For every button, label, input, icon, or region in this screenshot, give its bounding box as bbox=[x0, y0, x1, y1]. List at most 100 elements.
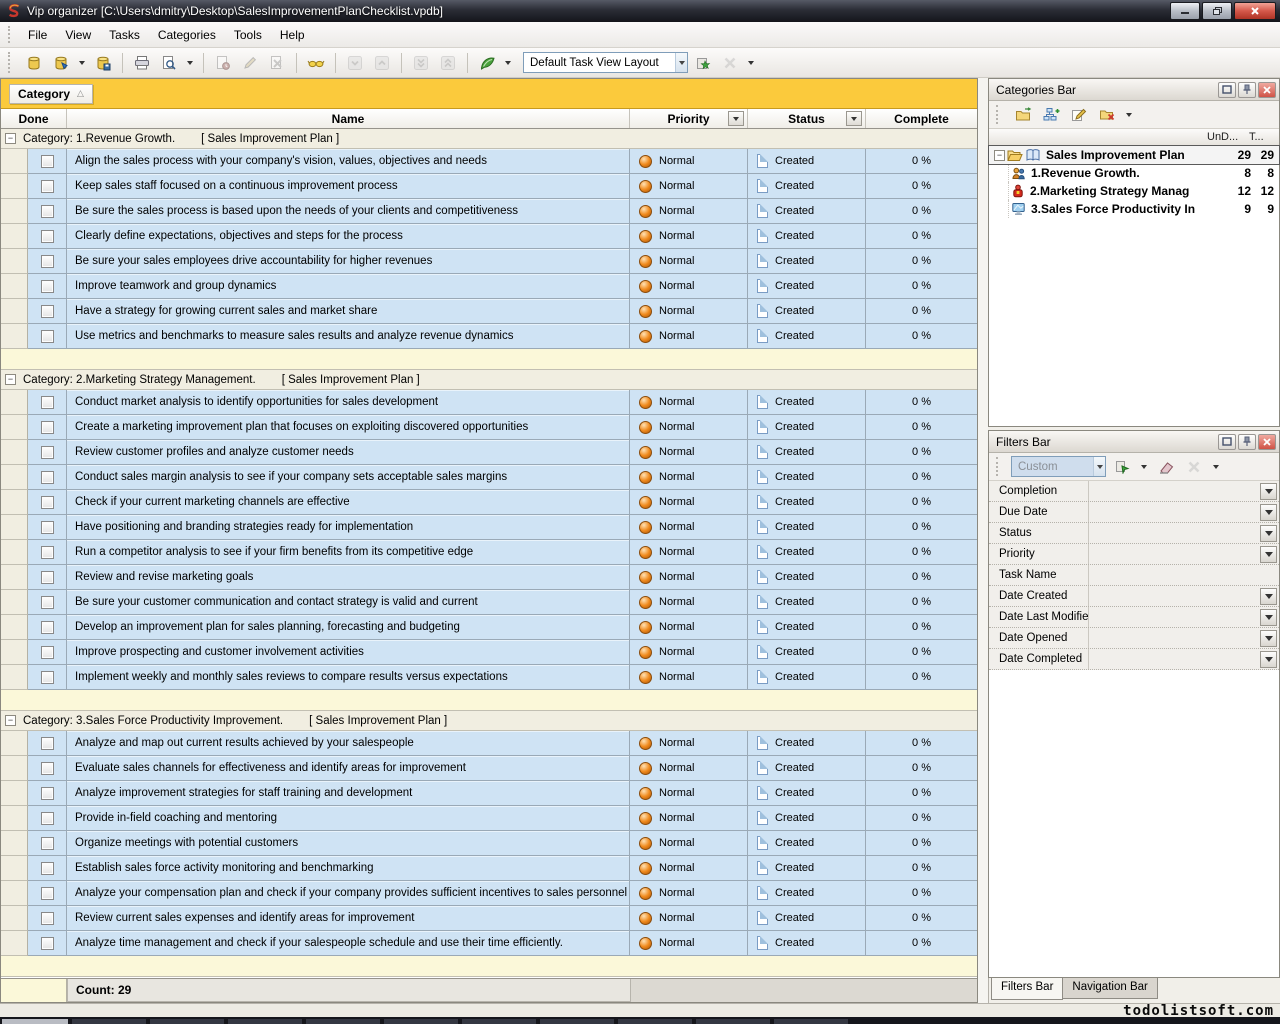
task-row[interactable]: Have a strategy for growing current sale… bbox=[1, 299, 977, 324]
done-checkbox[interactable] bbox=[41, 571, 54, 584]
filter-dropdown-icon[interactable] bbox=[1260, 546, 1277, 563]
tab-navigation-bar[interactable]: Navigation Bar bbox=[1062, 978, 1157, 999]
filters-pin-icon[interactable] bbox=[1238, 434, 1256, 450]
done-checkbox[interactable] bbox=[41, 837, 54, 850]
column-header-name[interactable]: Name bbox=[67, 109, 630, 128]
filter-value-field[interactable] bbox=[1089, 607, 1260, 627]
filter-value-field[interactable] bbox=[1089, 586, 1260, 606]
edit-task-icon[interactable] bbox=[238, 51, 262, 75]
task-row[interactable]: Create a marketing improvement plan that… bbox=[1, 415, 977, 440]
done-checkbox[interactable] bbox=[41, 180, 54, 193]
delete-layout-icon[interactable] bbox=[718, 51, 742, 75]
add-subcategory-icon[interactable] bbox=[1039, 103, 1063, 127]
apply-filter-icon[interactable] bbox=[1110, 455, 1134, 479]
done-checkbox[interactable] bbox=[41, 396, 54, 409]
filter-value-field[interactable] bbox=[1089, 628, 1260, 648]
filter-dropdown-icon[interactable] bbox=[1260, 588, 1277, 605]
move-up-icon[interactable] bbox=[370, 51, 394, 75]
done-checkbox[interactable] bbox=[41, 671, 54, 684]
task-row[interactable]: Check if your current marketing channels… bbox=[1, 490, 977, 515]
filter-value-field[interactable] bbox=[1089, 502, 1260, 522]
tree-item-sales-improvement-plan[interactable]: − Sales Improvement Plan 29 29 bbox=[989, 146, 1279, 164]
task-row[interactable]: Keep sales staff focused on a continuous… bbox=[1, 174, 977, 199]
filter-dropdown-icon[interactable] bbox=[1260, 504, 1277, 521]
tree-item-1-revenue-growth-[interactable]: 1.Revenue Growth. 8 8 bbox=[989, 164, 1279, 182]
done-checkbox[interactable] bbox=[41, 937, 54, 950]
task-row[interactable]: Improve teamwork and group dynamics Norm… bbox=[1, 274, 977, 299]
done-checkbox[interactable] bbox=[41, 421, 54, 434]
add-category-icon[interactable] bbox=[1011, 103, 1035, 127]
column-header-complete[interactable]: Complete bbox=[866, 109, 977, 128]
task-row[interactable]: Evaluate sales channels for effectivenes… bbox=[1, 756, 977, 781]
filter-preset-combo[interactable]: Custom bbox=[1011, 456, 1106, 477]
tree-column-undone[interactable]: UnD... bbox=[1207, 131, 1249, 143]
category-group-row[interactable]: − Category: 1.Revenue Growth. [ Sales Im… bbox=[1, 129, 977, 149]
done-checkbox[interactable] bbox=[41, 280, 54, 293]
categories-pin-icon[interactable] bbox=[1238, 82, 1256, 98]
delete-category-icon[interactable] bbox=[1095, 103, 1119, 127]
task-row[interactable]: Review customer profiles and analyze cus… bbox=[1, 440, 977, 465]
collapse-group-icon[interactable]: − bbox=[5, 715, 16, 726]
clear-filter-icon[interactable] bbox=[1154, 455, 1178, 479]
edit-category-icon[interactable] bbox=[1067, 103, 1091, 127]
menu-tools[interactable]: Tools bbox=[225, 24, 271, 46]
task-row[interactable]: Align the sales process with your compan… bbox=[1, 149, 977, 174]
filter-value-field[interactable] bbox=[1089, 649, 1260, 669]
done-checkbox[interactable] bbox=[41, 471, 54, 484]
tree-item-2-marketing-strategy-manag[interactable]: 2.Marketing Strategy Manag 12 12 bbox=[989, 182, 1279, 200]
done-checkbox[interactable] bbox=[41, 255, 54, 268]
open-database-dropdown-icon[interactable] bbox=[79, 61, 85, 65]
collapse-group-icon[interactable]: − bbox=[5, 374, 16, 385]
task-row[interactable]: Conduct sales margin analysis to see if … bbox=[1, 465, 977, 490]
done-checkbox[interactable] bbox=[41, 305, 54, 318]
done-checkbox[interactable] bbox=[41, 762, 54, 775]
filter-dropdown-icon[interactable] bbox=[1260, 630, 1277, 647]
apply-filter-dropdown-icon[interactable] bbox=[1141, 465, 1147, 469]
task-row[interactable]: Use metrics and benchmarks to measure sa… bbox=[1, 324, 977, 349]
collapse-group-icon[interactable]: − bbox=[5, 133, 16, 144]
done-checkbox[interactable] bbox=[41, 912, 54, 925]
done-checkbox[interactable] bbox=[41, 230, 54, 243]
categories-close-icon[interactable] bbox=[1258, 82, 1276, 98]
filters-close-icon[interactable] bbox=[1258, 434, 1276, 450]
task-row[interactable]: Establish sales force activity monitorin… bbox=[1, 856, 977, 881]
task-row[interactable]: Have positioning and branding strategies… bbox=[1, 515, 977, 540]
tree-collapse-icon[interactable]: − bbox=[994, 150, 1005, 161]
menu-tasks[interactable]: Tasks bbox=[100, 24, 149, 46]
task-row[interactable]: Review current sales expenses and identi… bbox=[1, 906, 977, 931]
group-by-category-button[interactable]: Category △ bbox=[9, 84, 93, 104]
filter-dropdown-icon[interactable] bbox=[1260, 609, 1277, 626]
task-row[interactable]: Clearly define expectations, objectives … bbox=[1, 224, 977, 249]
done-checkbox[interactable] bbox=[41, 812, 54, 825]
move-top-icon[interactable] bbox=[436, 51, 460, 75]
open-database-icon[interactable] bbox=[49, 51, 73, 75]
done-checkbox[interactable] bbox=[41, 737, 54, 750]
done-checkbox[interactable] bbox=[41, 621, 54, 634]
task-row[interactable]: Conduct market analysis to identify oppo… bbox=[1, 390, 977, 415]
delete-task-icon[interactable] bbox=[265, 51, 289, 75]
task-row[interactable]: Organize meetings with potential custome… bbox=[1, 831, 977, 856]
task-row[interactable]: Analyze your compensation plan and check… bbox=[1, 881, 977, 906]
done-checkbox[interactable] bbox=[41, 446, 54, 459]
tree-item-3-sales-force-productivity-in[interactable]: 3.Sales Force Productivity In 9 9 bbox=[989, 200, 1279, 218]
tree-column-total[interactable]: T... bbox=[1249, 131, 1279, 143]
task-row[interactable]: Analyze improvement strategies for staff… bbox=[1, 781, 977, 806]
done-checkbox[interactable] bbox=[41, 155, 54, 168]
filter-value-field[interactable] bbox=[1089, 544, 1260, 564]
filters-toolbar-overflow-icon[interactable] bbox=[1213, 465, 1219, 469]
done-checkbox[interactable] bbox=[41, 496, 54, 509]
filters-restore-icon[interactable] bbox=[1218, 434, 1236, 450]
print-dropdown-icon[interactable] bbox=[187, 61, 193, 65]
task-row[interactable]: Analyze time management and check if you… bbox=[1, 931, 977, 956]
filter-value-field[interactable] bbox=[1089, 565, 1260, 585]
category-group-row[interactable]: − Category: 2.Marketing Strategy Managem… bbox=[1, 370, 977, 390]
categories-restore-icon[interactable] bbox=[1218, 82, 1236, 98]
layout-combo[interactable]: Default Task View Layout bbox=[523, 52, 688, 73]
done-checkbox[interactable] bbox=[41, 330, 54, 343]
done-checkbox[interactable] bbox=[41, 887, 54, 900]
status-filter-dropdown-icon[interactable] bbox=[846, 111, 862, 126]
share-icon[interactable] bbox=[475, 51, 499, 75]
new-task-icon[interactable] bbox=[211, 51, 235, 75]
move-bottom-icon[interactable] bbox=[409, 51, 433, 75]
priority-filter-dropdown-icon[interactable] bbox=[728, 111, 744, 126]
